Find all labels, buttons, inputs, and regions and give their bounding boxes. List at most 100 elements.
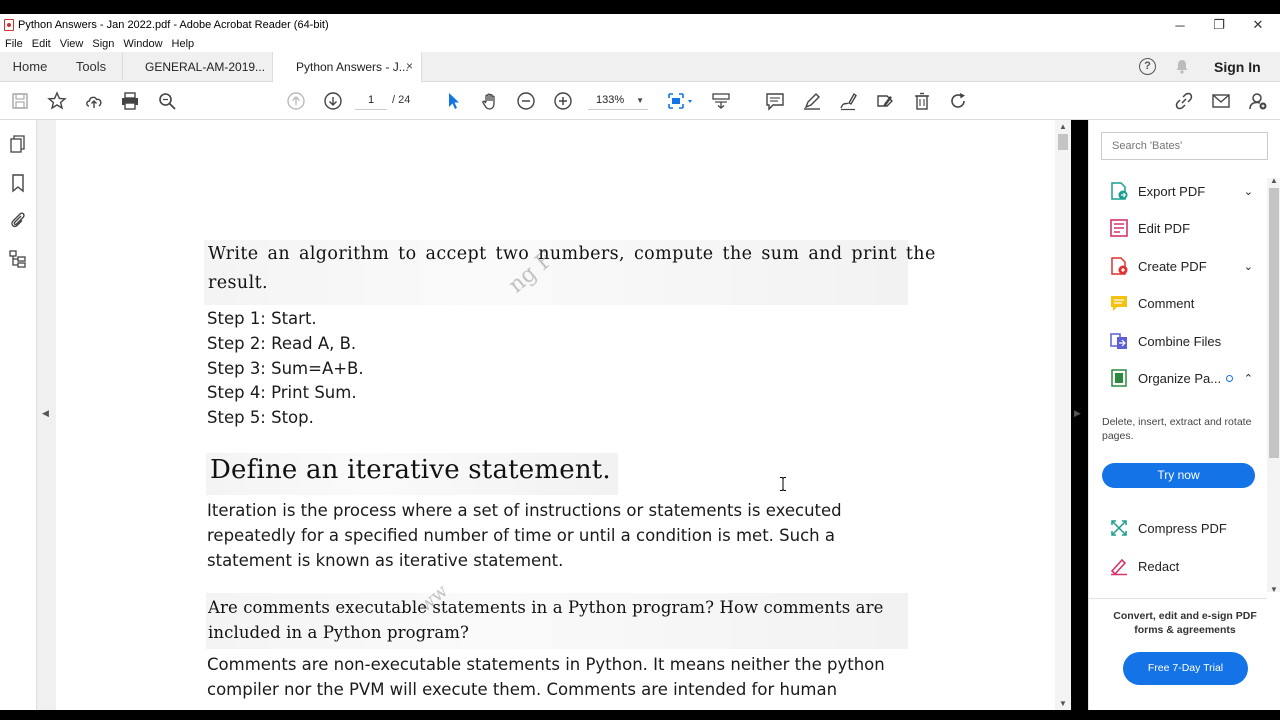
scrollbar-thumb[interactable] (1058, 134, 1068, 150)
step-2: Step 2: Read A, B. (207, 334, 357, 353)
tools-pane: Export PDF ⌄ Edit PDF Create PDF ⌄ Comme… (1088, 120, 1280, 710)
tab-label: GENERAL-AM-2019... (145, 59, 266, 74)
tab-bar: Home Tools GENERAL-AM-2019... Python Ans… (0, 52, 1280, 82)
print-icon[interactable] (119, 90, 141, 112)
close-tab-icon[interactable]: × (406, 59, 413, 73)
divider (1089, 598, 1267, 599)
chevron-up-icon[interactable]: ⌃ (1244, 372, 1253, 385)
comment-icon[interactable] (764, 90, 786, 112)
menu-sign[interactable]: Sign (92, 38, 114, 50)
find-search-icon[interactable] (156, 90, 178, 112)
share-link-icon[interactable] (1173, 90, 1195, 112)
hand-tool-icon[interactable] (479, 90, 501, 112)
rotate-clockwise-icon[interactable] (947, 90, 969, 112)
previous-page-icon[interactable] (285, 90, 307, 112)
menu-view[interactable]: View (60, 38, 84, 50)
main-toolbar: 1 / 24 133% ▼ (0, 82, 1280, 120)
tools-pane-scrollbar[interactable]: ▲ ▼ (1267, 176, 1280, 594)
upload-cloud-icon[interactable] (83, 90, 105, 112)
chevron-down-icon[interactable]: ⌄ (1244, 260, 1253, 273)
tab-label: Python Answers - J... (296, 60, 409, 74)
promo-text: Convert, edit and e-sign PDF forms & agr… (1113, 610, 1257, 636)
search-tools-input[interactable] (1101, 132, 1268, 160)
scroll-up-icon[interactable]: ▲ (1059, 122, 1067, 131)
scrollbar-thumb[interactable] (1269, 188, 1279, 458)
tool-organize-pages[interactable]: Organize Pa... ⌃ (1109, 366, 1259, 390)
menu-file[interactable]: File (5, 38, 23, 50)
scroll-mode-icon[interactable] (710, 90, 732, 112)
scroll-up-icon[interactable]: ▲ (1270, 176, 1278, 185)
tool-label: Comment (1138, 295, 1195, 311)
tool-label: Create PDF (1138, 258, 1207, 274)
question-1-line-2: result. (208, 273, 268, 293)
tool-edit-pdf[interactable]: Edit PDF (1109, 216, 1259, 240)
zoom-in-icon[interactable] (552, 90, 574, 112)
tab-document-general[interactable]: GENERAL-AM-2019... (122, 52, 272, 81)
share-user-icon[interactable] (1247, 90, 1269, 112)
tool-compress-pdf[interactable]: Compress PDF (1109, 516, 1259, 540)
try-now-button[interactable]: Try now (1102, 463, 1255, 488)
zoom-out-icon[interactable] (515, 90, 537, 112)
comment-icon (1111, 296, 1127, 311)
tab-tools[interactable]: Tools (60, 52, 122, 81)
left-navigation-rail (0, 120, 37, 720)
scroll-down-icon[interactable]: ▼ (1059, 699, 1067, 708)
layers-structure-icon[interactable] (8, 249, 28, 269)
tab-home[interactable]: Home (0, 52, 60, 81)
select-cursor-icon[interactable] (442, 90, 464, 112)
compress-pdf-icon (1111, 520, 1127, 536)
tool-label: Redact (1138, 558, 1180, 574)
edit-tag-icon[interactable] (874, 90, 896, 112)
tool-label: Organize Pa... (1138, 370, 1222, 386)
email-icon[interactable] (1210, 90, 1232, 112)
menu-help[interactable]: Help (172, 38, 195, 50)
collapse-right-panel-icon[interactable]: ▶ (1074, 408, 1081, 419)
chevron-down-icon: ▼ (636, 96, 644, 105)
question-3-line-1: Are comments executable statements in a … (208, 598, 884, 617)
minimize-button[interactable]: ─ (1162, 14, 1198, 36)
highlight-pen-icon[interactable] (801, 90, 823, 112)
fill-sign-icon[interactable] (837, 90, 859, 112)
screen-top-border (0, 0, 1280, 14)
bookmarks-icon[interactable] (8, 173, 28, 193)
page-thumbnails-icon[interactable] (8, 134, 28, 154)
tool-comment[interactable]: Comment (1109, 291, 1259, 315)
collapse-left-panel-icon[interactable]: ◀ (42, 408, 49, 419)
tool-export-pdf[interactable]: Export PDF ⌄ (1109, 179, 1259, 203)
tab-document-python-answers[interactable]: Python Answers - J... × (272, 52, 422, 82)
step-1: Step 1: Start. (207, 309, 317, 328)
free-trial-button[interactable]: Free 7-Day Trial (1123, 652, 1248, 685)
notifications-bell-icon[interactable] (1175, 59, 1189, 74)
tool-combine-files[interactable]: Combine Files (1109, 329, 1259, 353)
question-1-line-1: Write an algorithm to accept two numbers… (208, 244, 936, 264)
maximize-button[interactable]: ❐ (1201, 14, 1237, 36)
help-icon[interactable]: ? (1139, 58, 1156, 75)
zoom-level-select[interactable]: 133% ▼ (588, 92, 648, 110)
tool-label: Export PDF (1138, 183, 1206, 199)
close-window-button[interactable]: ✕ (1240, 14, 1276, 36)
page-number-input[interactable]: 1 (355, 92, 387, 110)
page-fit-icon[interactable] (665, 90, 695, 112)
sign-in-link[interactable]: Sign In (1214, 59, 1261, 75)
menu-edit[interactable]: Edit (32, 38, 51, 50)
tool-redact[interactable]: Redact (1109, 554, 1259, 578)
text-cursor-icon (780, 477, 786, 491)
tool-label: Compress PDF (1138, 520, 1227, 536)
export-pdf-icon (1111, 182, 1128, 200)
title-bar: Python Answers - Jan 2022.pdf - Adobe Ac… (0, 14, 1280, 36)
attachments-paperclip-icon[interactable] (8, 210, 28, 230)
paragraph-2-line-3: statement is known as iterative statemen… (207, 551, 564, 570)
chevron-down-icon[interactable]: ⌄ (1244, 185, 1253, 198)
paragraph-3-line-1: Comments are non-executable statements i… (207, 655, 885, 674)
tool-create-pdf[interactable]: Create PDF ⌄ (1109, 254, 1259, 278)
document-scrollbar[interactable]: ▲ ▼ (1055, 120, 1071, 710)
scroll-down-icon[interactable]: ▼ (1270, 585, 1278, 594)
delete-trash-icon[interactable] (911, 90, 933, 112)
create-pdf-icon (1111, 257, 1128, 275)
save-icon[interactable] (9, 90, 31, 112)
combine-files-icon (1110, 333, 1127, 349)
bookmark-star-icon[interactable] (46, 90, 68, 112)
menu-bar: File Edit View Sign Window Help (0, 36, 1280, 52)
menu-window[interactable]: Window (123, 38, 162, 50)
next-page-icon[interactable] (322, 90, 344, 112)
